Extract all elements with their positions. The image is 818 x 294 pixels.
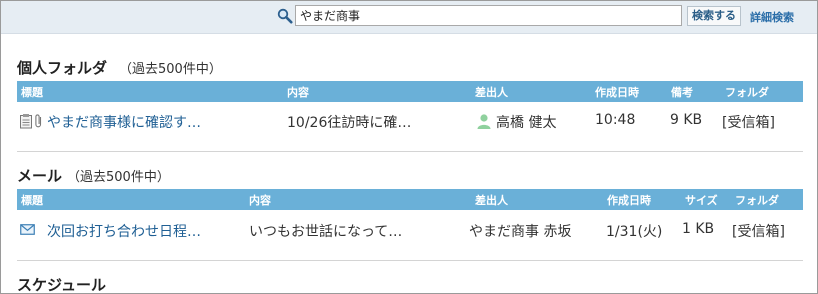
personal-folder-section-title: 個人フォルダ bbox=[17, 59, 108, 77]
personal-folder-table-header: 標題 内容 差出人 作成日時 備考 フォルダ bbox=[17, 81, 803, 102]
memo-icon bbox=[20, 114, 32, 129]
search-bar: 検索する 詳細検索 bbox=[1, 1, 817, 34]
mail-table-header: 標題 内容 差出人 作成日時 サイズ フォルダ bbox=[17, 189, 803, 210]
personal-folder-sender[interactable]: 高橋 健太 bbox=[496, 112, 556, 132]
column-header-folder[interactable]: フォルダ bbox=[735, 192, 779, 208]
column-header-content[interactable]: 内容 bbox=[249, 192, 271, 208]
column-header-note[interactable]: 備考 bbox=[671, 84, 693, 100]
user-icon bbox=[477, 114, 491, 129]
column-header-sender[interactable]: 差出人 bbox=[475, 192, 508, 208]
mail-section-title: メール bbox=[17, 167, 63, 185]
mail-created: 1/31(火) bbox=[606, 224, 663, 240]
advanced-search-link[interactable]: 詳細検索 bbox=[750, 9, 794, 25]
mail-size: 1 KB bbox=[682, 221, 715, 237]
column-header-folder[interactable]: フォルダ bbox=[725, 84, 769, 100]
personal-folder-created: 10:48 bbox=[595, 112, 636, 128]
mail-content: いつもお世話になって… bbox=[249, 224, 403, 240]
search-input[interactable] bbox=[295, 5, 682, 26]
personal-folder-subject-link[interactable]: やまだ商事様に確認す… bbox=[47, 112, 201, 132]
search-button[interactable]: 検索する bbox=[687, 6, 741, 26]
mail-icon bbox=[20, 224, 35, 235]
search-icon[interactable] bbox=[277, 8, 293, 24]
mail-result-count: （過去500件中） bbox=[67, 170, 170, 185]
column-header-created[interactable]: 作成日時 bbox=[607, 192, 651, 208]
personal-folder-note: 9 KB bbox=[670, 112, 703, 128]
column-header-size[interactable]: サイズ bbox=[685, 192, 718, 208]
column-header-subject[interactable]: 標題 bbox=[21, 84, 43, 100]
column-header-content[interactable]: 内容 bbox=[287, 84, 309, 100]
column-header-created[interactable]: 作成日時 bbox=[595, 84, 639, 100]
attachment-icon bbox=[35, 114, 42, 128]
mail-sender: やまだ商事 赤坂 bbox=[469, 224, 572, 240]
section-divider bbox=[17, 151, 803, 152]
column-header-subject[interactable]: 標題 bbox=[21, 192, 43, 208]
column-header-sender[interactable]: 差出人 bbox=[475, 84, 508, 100]
mail-folder: [受信箱] bbox=[732, 224, 785, 240]
mail-subject-link[interactable]: 次回お打ち合わせ日程… bbox=[47, 221, 201, 241]
personal-folder-folder: [受信箱] bbox=[722, 115, 775, 131]
personal-folder-result-count: （過去500件中） bbox=[119, 62, 222, 77]
section-divider bbox=[17, 260, 803, 261]
personal-folder-content: 10/26往訪時に確… bbox=[287, 115, 412, 131]
schedule-section-title: スケジュール bbox=[17, 276, 106, 294]
search-results-window: 検索する 詳細検索 個人フォルダ （過去500件中） 標題 内容 差出人 作成日… bbox=[0, 0, 818, 294]
